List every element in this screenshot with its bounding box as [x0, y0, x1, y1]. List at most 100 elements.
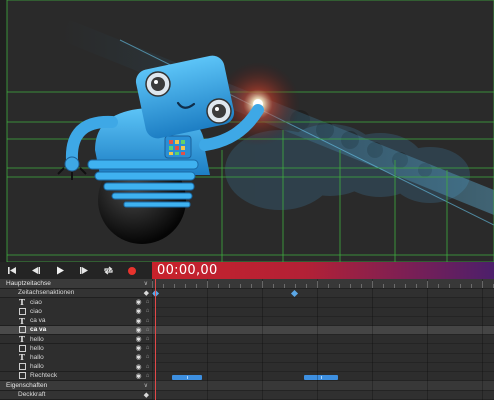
- loop-icon: [103, 266, 113, 275]
- layer-label: Rechteck: [30, 372, 58, 380]
- step-forward-button[interactable]: [72, 262, 96, 279]
- lock-icon[interactable]: ⌂: [143, 318, 152, 324]
- ruler-tick: [328, 284, 329, 288]
- layer-row[interactable]: Tciao ◉ ⌂: [0, 297, 152, 308]
- text-layer-icon: T: [19, 297, 25, 308]
- ruler-tick: [295, 284, 296, 288]
- track-row[interactable]: [152, 344, 494, 354]
- layer-label: hello: [30, 344, 44, 352]
- play-icon: [57, 266, 64, 275]
- lock-icon[interactable]: ⌂: [143, 373, 152, 379]
- canvas-stage[interactable]: [0, 0, 494, 262]
- layers-list: Hauptzeitachse ∨ Zeitachsenaktionen ◆ Tc…: [0, 279, 152, 400]
- lock-icon[interactable]: ⌂: [143, 354, 152, 360]
- timeline-panel: Hauptzeitachse ∨ Zeitachsenaktionen ◆ Tc…: [0, 279, 494, 400]
- layer-label: hallo: [30, 363, 44, 371]
- ruler-tick: [405, 284, 406, 288]
- layer-clip[interactable]: [304, 375, 338, 380]
- shape-layer-icon: [18, 307, 26, 315]
- shape-layer-icon: [18, 372, 26, 380]
- ruler-tick: [471, 284, 472, 288]
- eye-icon[interactable]: ◉: [134, 298, 143, 306]
- ruler-tick: [185, 284, 186, 288]
- eye-icon[interactable]: ◉: [134, 326, 143, 334]
- track-row[interactable]: [152, 325, 494, 336]
- lock-icon[interactable]: ⌂: [143, 299, 152, 305]
- lock-icon[interactable]: ⌂: [143, 345, 152, 351]
- ruler-tick: [416, 284, 417, 288]
- ruler-tick: [306, 284, 307, 288]
- ruler-tick: [229, 284, 230, 288]
- eye-icon[interactable]: ◉: [134, 335, 143, 343]
- layer-row[interactable]: Tca va ◉ ⌂: [0, 316, 152, 326]
- track-row[interactable]: [152, 362, 494, 372]
- properties-track-row: [152, 381, 494, 391]
- text-layer-icon: T: [19, 315, 25, 326]
- main-timeline-header[interactable]: Hauptzeitachse ∨: [0, 279, 152, 289]
- text-layer-icon: T: [19, 352, 25, 363]
- layer-label: ciao: [30, 298, 42, 306]
- properties-header[interactable]: Eigenschaften ∨: [0, 381, 152, 391]
- record-button[interactable]: [120, 262, 144, 279]
- lock-icon[interactable]: ⌂: [143, 327, 152, 333]
- ruler-tick: [218, 284, 219, 288]
- eye-icon[interactable]: ◉: [134, 344, 143, 352]
- actions-track-row[interactable]: [152, 288, 494, 298]
- step-forward-icon: [80, 267, 88, 274]
- chevron-down-icon[interactable]: ∨: [144, 382, 148, 389]
- lock-icon[interactable]: ⌂: [143, 364, 152, 370]
- grid-line: [262, 279, 263, 400]
- ruler-tick: [449, 284, 450, 288]
- layer-label: ciao: [30, 307, 42, 315]
- properties-label: Eigenschaften: [6, 381, 48, 389]
- timeline-tracks[interactable]: [152, 279, 494, 400]
- shape-layer-icon: [18, 363, 26, 371]
- track-row[interactable]: [152, 335, 494, 345]
- ruler-tick: [196, 284, 197, 288]
- layer-label: hello: [30, 335, 44, 343]
- layer-label: ca va: [30, 326, 47, 334]
- chevron-down-icon[interactable]: ∨: [144, 280, 148, 287]
- timeline-actions-label: Zeitachsenaktionen: [18, 289, 75, 297]
- ruler-tick: [394, 284, 395, 288]
- eye-icon[interactable]: ◉: [134, 307, 143, 315]
- lock-icon[interactable]: ⌂: [143, 308, 152, 314]
- track-row[interactable]: [152, 298, 494, 308]
- ruler-tick: [273, 284, 274, 288]
- layer-clip[interactable]: [172, 375, 202, 380]
- time-ruler[interactable]: [152, 279, 494, 289]
- playhead[interactable]: [155, 279, 156, 400]
- shape-layer-icon: [18, 344, 26, 352]
- track-row[interactable]: [152, 307, 494, 317]
- eye-icon[interactable]: ◉: [134, 372, 143, 380]
- layer-row[interactable]: Rechteck ◉ ⌂: [0, 371, 152, 382]
- main-timeline-label: Hauptzeitachse: [6, 279, 51, 287]
- grid-line: [427, 279, 428, 400]
- loop-button[interactable]: [96, 262, 120, 279]
- ruler-tick: [174, 284, 175, 288]
- keyframe-diamond-icon[interactable]: ◆: [144, 289, 149, 297]
- eye-icon[interactable]: ◉: [134, 353, 143, 361]
- opacity-row[interactable]: Deckkraft ◆: [0, 390, 152, 400]
- eye-icon[interactable]: ◉: [134, 363, 143, 371]
- ruler-tick: [163, 284, 164, 288]
- timecode-display: 00:00,00: [152, 262, 494, 279]
- ruler-tick: [361, 284, 362, 288]
- lock-icon[interactable]: ⌂: [143, 336, 152, 342]
- play-button[interactable]: [48, 262, 72, 279]
- opacity-track-row[interactable]: [152, 390, 494, 400]
- skip-to-start-button[interactable]: [0, 262, 24, 279]
- record-icon: [128, 266, 136, 275]
- layer-row[interactable]: Thello ◉ ⌂: [0, 334, 152, 345]
- ruler-tick: [240, 284, 241, 288]
- track-row[interactable]: [152, 353, 494, 363]
- eye-icon[interactable]: ◉: [134, 317, 143, 325]
- layer-row[interactable]: hallo ◉ ⌂: [0, 362, 152, 372]
- step-back-button[interactable]: [24, 262, 48, 279]
- shape-layer-icon: [18, 326, 26, 334]
- layer-row[interactable]: Thallo ◉ ⌂: [0, 352, 152, 363]
- track-row[interactable]: [152, 316, 494, 326]
- keyframe-diamond-icon[interactable]: ◆: [144, 391, 149, 399]
- layer-label: ca va: [30, 317, 46, 325]
- grid-line: [207, 279, 208, 400]
